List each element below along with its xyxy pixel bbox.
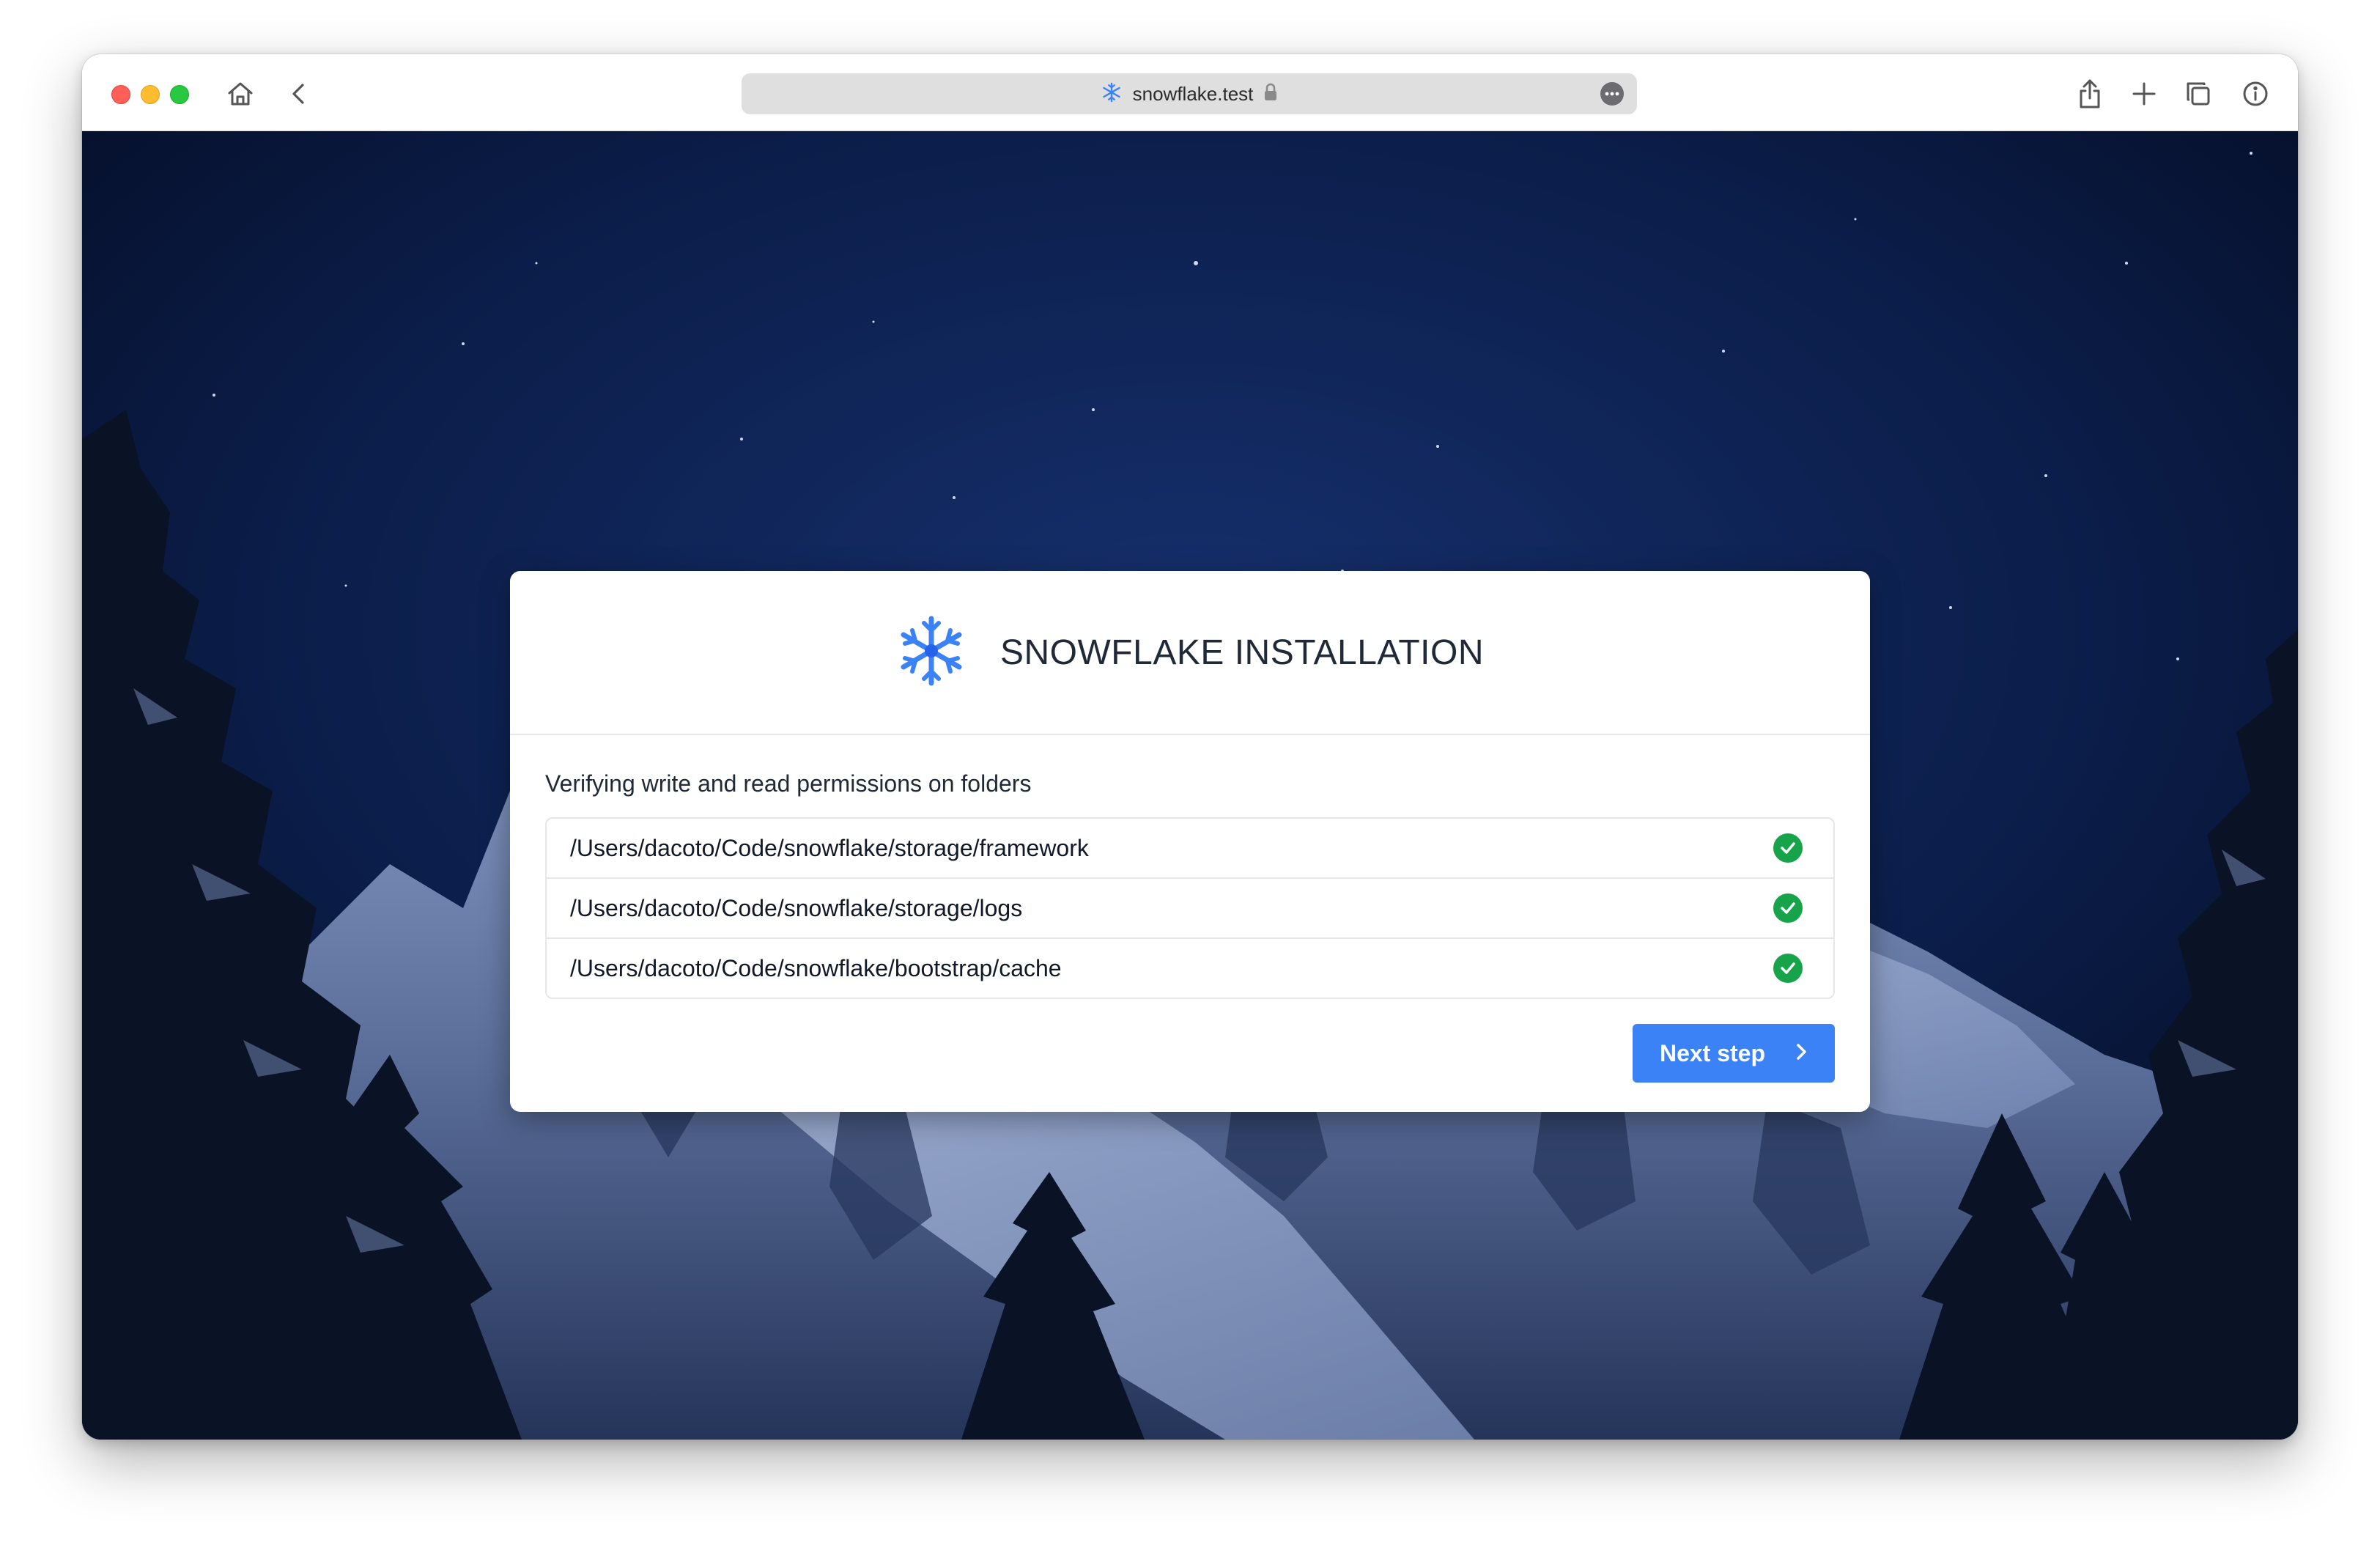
list-item: /Users/dacoto/Code/snowflake/storage/fra… <box>547 819 1833 877</box>
check-circle-icon <box>1773 833 1803 863</box>
share-icon[interactable] <box>2071 75 2109 113</box>
folder-permissions-list: /Users/dacoto/Code/snowflake/storage/fra… <box>545 817 1835 999</box>
address-bar[interactable]: snowflake.test <box>742 73 1637 114</box>
installer-title: SNOWFLAKE INSTALLATION <box>999 633 1484 672</box>
folder-path: /Users/dacoto/Code/snowflake/bootstrap/c… <box>570 954 1062 981</box>
page-content: SNOWFLAKE INSTALLATION Verifying write a… <box>82 131 2298 1440</box>
folder-path: /Users/dacoto/Code/snowflake/storage/log… <box>570 894 1023 921</box>
snowflake-favicon-icon <box>1101 81 1123 107</box>
next-step-button[interactable]: Next step <box>1633 1024 1835 1083</box>
card-header: SNOWFLAKE INSTALLATION <box>510 571 1870 735</box>
check-circle-icon <box>1773 893 1803 923</box>
snowflake-logo-icon <box>896 614 967 691</box>
permissions-subtitle: Verifying write and read permissions on … <box>545 770 1032 797</box>
zoom-window-button[interactable] <box>170 85 189 104</box>
list-item: /Users/dacoto/Code/snowflake/bootstrap/c… <box>547 937 1833 998</box>
new-tab-icon[interactable] <box>2125 75 2163 113</box>
minimize-window-button[interactable] <box>141 85 160 104</box>
address-url: snowflake.test <box>1132 82 1254 105</box>
check-circle-icon <box>1773 954 1803 983</box>
installer-card: SNOWFLAKE INSTALLATION Verifying write a… <box>510 571 1870 1112</box>
back-icon[interactable] <box>280 75 318 113</box>
browser-toolbar: snowflake.test <box>82 54 2298 131</box>
lock-icon <box>1263 83 1278 106</box>
more-icon[interactable] <box>1600 82 1624 106</box>
next-step-label: Next step <box>1659 1039 1766 1066</box>
browser-window: snowflake.test SNOWFLAKE INSTALLATION Ve… <box>82 54 2298 1440</box>
list-item: /Users/dacoto/Code/snowflake/storage/log… <box>547 877 1833 937</box>
folder-path: /Users/dacoto/Code/snowflake/storage/fra… <box>570 834 1089 861</box>
chevron-right-icon <box>1795 1040 1808 1067</box>
tabs-overview-icon[interactable] <box>2179 75 2217 113</box>
info-icon[interactable] <box>2236 75 2274 113</box>
home-icon[interactable] <box>221 75 259 113</box>
close-window-button[interactable] <box>111 85 130 104</box>
